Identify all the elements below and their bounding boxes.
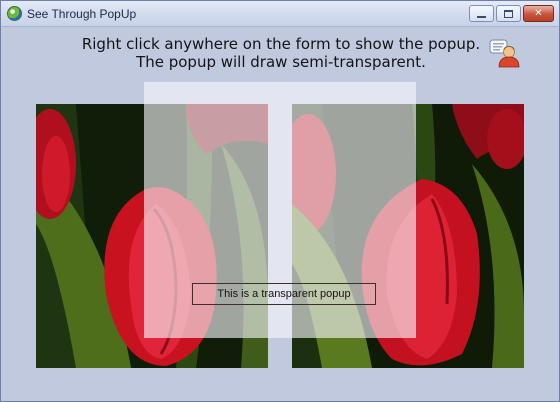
- minimize-button[interactable]: [469, 5, 494, 22]
- maximize-icon: [504, 9, 513, 18]
- close-button[interactable]: ✕: [523, 5, 554, 22]
- instructions-line-2: The popup will draw semi-transparent.: [136, 53, 426, 71]
- close-icon: ✕: [534, 8, 543, 19]
- maximize-button[interactable]: [496, 5, 521, 22]
- title-bar[interactable]: See Through PopUp ✕: [1, 1, 559, 27]
- user-info-icon: [489, 38, 521, 68]
- popup-label: This is a transparent popup: [192, 283, 376, 305]
- main-window: See Through PopUp ✕ Right click anywhere…: [0, 0, 560, 402]
- instructions-line-1: Right click anywhere on the form to show…: [81, 35, 481, 53]
- window-title: See Through PopUp: [27, 7, 137, 21]
- minimize-icon: [477, 15, 486, 18]
- form-client-area[interactable]: Right click anywhere on the form to show…: [1, 28, 559, 401]
- app-globe-icon[interactable]: [7, 6, 22, 21]
- instructions-text: Right click anywhere on the form to show…: [41, 35, 521, 71]
- transparent-popup[interactable]: This is a transparent popup: [144, 82, 416, 338]
